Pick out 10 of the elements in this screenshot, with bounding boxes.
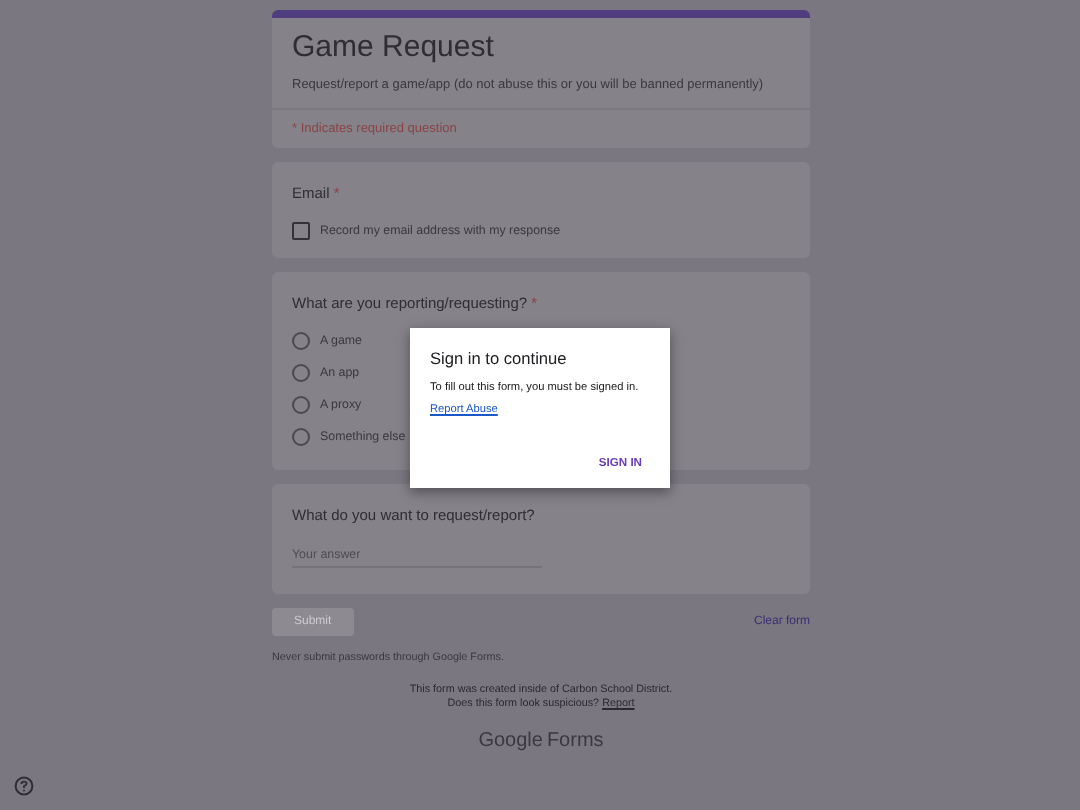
radio-button[interactable] [292,428,310,446]
radio-button[interactable] [292,332,310,350]
checkbox[interactable] [292,222,310,240]
help-icon[interactable] [14,776,34,796]
dialog-title: Sign in to continue [430,348,569,368]
radio-button[interactable] [292,396,310,414]
form-title: Game Request [292,30,496,64]
forms-wordmark: Forms [546,729,604,751]
radio-button[interactable] [292,364,310,382]
google-logo: Google [478,729,543,751]
